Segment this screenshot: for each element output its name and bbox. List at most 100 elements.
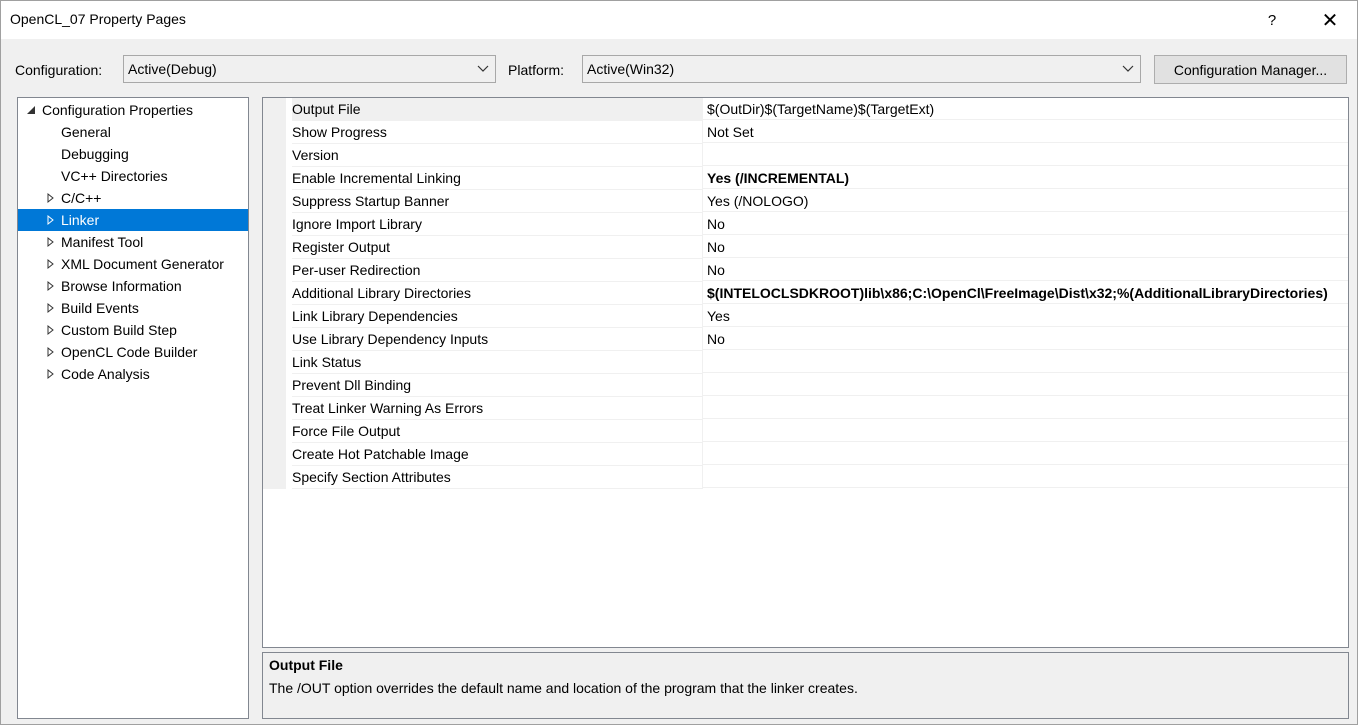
chevron-down-icon — [477, 65, 489, 72]
close-button[interactable]: ✕ — [1307, 1, 1353, 39]
property-row[interactable]: Link Status — [286, 351, 1348, 374]
property-row[interactable]: Force File Output — [286, 420, 1348, 443]
property-value[interactable] — [703, 443, 1348, 465]
tree-item-opencl-code-builder[interactable]: OpenCL Code Builder — [18, 341, 248, 363]
property-row[interactable]: Specify Section Attributes — [286, 466, 1348, 489]
tree-item-vc-directories[interactable]: VC++ Directories — [18, 165, 248, 187]
platform-value: Active(Win32) — [587, 61, 675, 77]
property-name: Version — [292, 144, 702, 167]
property-row[interactable]: Additional Library Directories $(INTELOCL… — [286, 282, 1348, 305]
tree-item-configuration-properties[interactable]: Configuration Properties — [18, 99, 248, 121]
property-grid[interactable]: Output File $(OutDir)$(TargetName)$(Targe… — [262, 97, 1349, 648]
collapsed-triangle-icon[interactable] — [45, 275, 57, 297]
property-name: Show Progress — [292, 121, 702, 144]
property-value[interactable]: No — [703, 328, 1348, 350]
property-value[interactable] — [703, 420, 1348, 442]
property-row[interactable]: Suppress Startup Banner Yes (/NOLOGO) — [286, 190, 1348, 213]
property-name: Output File — [292, 98, 702, 121]
property-name: Specify Section Attributes — [292, 466, 702, 489]
tree-item-label: General — [61, 124, 111, 140]
property-name: Link Status — [292, 351, 702, 374]
property-row[interactable]: Use Library Dependency Inputs No — [286, 328, 1348, 351]
tree-item-label: VC++ Directories — [61, 168, 168, 184]
tree-item-general[interactable]: General — [18, 121, 248, 143]
tree-item-browse-information[interactable]: Browse Information — [18, 275, 248, 297]
tree-item-code-analysis[interactable]: Code Analysis — [18, 363, 248, 385]
property-value[interactable]: No — [703, 213, 1348, 235]
property-name: Force File Output — [292, 420, 702, 443]
property-value[interactable] — [703, 374, 1348, 396]
property-value[interactable] — [703, 466, 1348, 488]
property-row[interactable]: Per-user Redirection No — [286, 259, 1348, 282]
property-name: Additional Library Directories — [292, 282, 702, 305]
tree-item-manifest-tool[interactable]: Manifest Tool — [18, 231, 248, 253]
property-name: Per-user Redirection — [292, 259, 702, 282]
tree-item-label: XML Document Generator — [61, 256, 224, 272]
property-value[interactable] — [703, 144, 1348, 166]
collapsed-triangle-icon[interactable] — [45, 319, 57, 341]
configuration-dropdown[interactable]: Active(Debug) — [123, 55, 496, 83]
property-value[interactable] — [703, 351, 1348, 373]
title-bar: OpenCL_07 Property Pages ? ✕ — [1, 1, 1357, 39]
collapsed-triangle-icon[interactable] — [45, 231, 57, 253]
property-value[interactable]: $(OutDir)$(TargetName)$(TargetExt) — [703, 98, 1348, 120]
tree-item-label: Debugging — [61, 146, 129, 162]
property-name: Treat Linker Warning As Errors — [292, 397, 702, 420]
property-row[interactable]: Ignore Import Library No — [286, 213, 1348, 236]
property-pages-dialog: OpenCL_07 Property Pages ? ✕ Configurati… — [0, 0, 1358, 725]
collapsed-triangle-icon[interactable] — [45, 363, 57, 385]
property-name: Create Hot Patchable Image — [292, 443, 702, 466]
tree-item-label: Build Events — [61, 300, 139, 316]
property-value[interactable]: Not Set — [703, 121, 1348, 143]
collapsed-triangle-icon[interactable] — [45, 341, 57, 363]
property-value[interactable]: No — [703, 259, 1348, 281]
property-value[interactable]: Yes — [703, 305, 1348, 327]
configuration-manager-button[interactable]: Configuration Manager... — [1154, 55, 1347, 84]
property-row[interactable]: Create Hot Patchable Image — [286, 443, 1348, 466]
property-value[interactable]: No — [703, 236, 1348, 258]
tree-item-label: Linker — [61, 212, 100, 228]
tree-item-label: Configuration Properties — [42, 102, 193, 118]
description-text: The /OUT option overrides the default na… — [269, 680, 858, 696]
configuration-label: Configuration: — [15, 62, 103, 78]
category-tree[interactable]: Configuration Properties General Debugging… — [17, 97, 249, 719]
property-row[interactable]: Version — [286, 144, 1348, 167]
description-title: Output File — [269, 657, 343, 673]
expanded-triangle-icon[interactable] — [26, 99, 38, 121]
collapsed-triangle-icon[interactable] — [45, 187, 57, 209]
property-row[interactable]: Treat Linker Warning As Errors — [286, 397, 1348, 420]
tree-item-build-events[interactable]: Build Events — [18, 297, 248, 319]
tree-item-label: Browse Information — [61, 278, 182, 294]
tree-item-label: Code Analysis — [61, 366, 150, 382]
property-name: Link Library Dependencies — [292, 305, 702, 328]
tree-item-xml-document-generator[interactable]: XML Document Generator — [18, 253, 248, 275]
tree-item-custom-build-step[interactable]: Custom Build Step — [18, 319, 248, 341]
help-button[interactable]: ? — [1249, 1, 1295, 39]
property-row[interactable]: Prevent Dll Binding — [286, 374, 1348, 397]
property-value[interactable] — [703, 397, 1348, 419]
platform-label: Platform: — [508, 62, 565, 78]
platform-dropdown[interactable]: Active(Win32) — [582, 55, 1141, 83]
property-value[interactable]: $(INTELOCLSDKROOT)lib\x86;C:\OpenCl\Free… — [703, 282, 1348, 304]
tree-item-label: Custom Build Step — [61, 322, 177, 338]
property-name: Register Output — [292, 236, 702, 259]
collapsed-triangle-icon[interactable] — [45, 253, 57, 275]
property-row[interactable]: Show Progress Not Set — [286, 121, 1348, 144]
collapsed-triangle-icon[interactable] — [45, 297, 57, 319]
window-title: OpenCL_07 Property Pages — [10, 11, 186, 27]
tree-item-linker[interactable]: Linker — [18, 209, 248, 231]
tree-item-debugging[interactable]: Debugging — [18, 143, 248, 165]
collapsed-triangle-icon[interactable] — [45, 209, 57, 231]
description-panel: Output File The /OUT option overrides th… — [262, 652, 1349, 719]
property-value[interactable]: Yes (/INCREMENTAL) — [703, 167, 1348, 189]
tree-item-label: OpenCL Code Builder — [61, 344, 198, 360]
chevron-down-icon — [1122, 65, 1134, 72]
property-name: Ignore Import Library — [292, 213, 702, 236]
grid-gutter — [263, 98, 286, 489]
property-value[interactable]: Yes (/NOLOGO) — [703, 190, 1348, 212]
property-row[interactable]: Enable Incremental Linking Yes (/INCREMEN… — [286, 167, 1348, 190]
tree-item-c-c[interactable]: C/C++ — [18, 187, 248, 209]
property-row[interactable]: Register Output No — [286, 236, 1348, 259]
property-row[interactable]: Output File $(OutDir)$(TargetName)$(Targe… — [286, 98, 1348, 121]
property-row[interactable]: Link Library Dependencies Yes — [286, 305, 1348, 328]
